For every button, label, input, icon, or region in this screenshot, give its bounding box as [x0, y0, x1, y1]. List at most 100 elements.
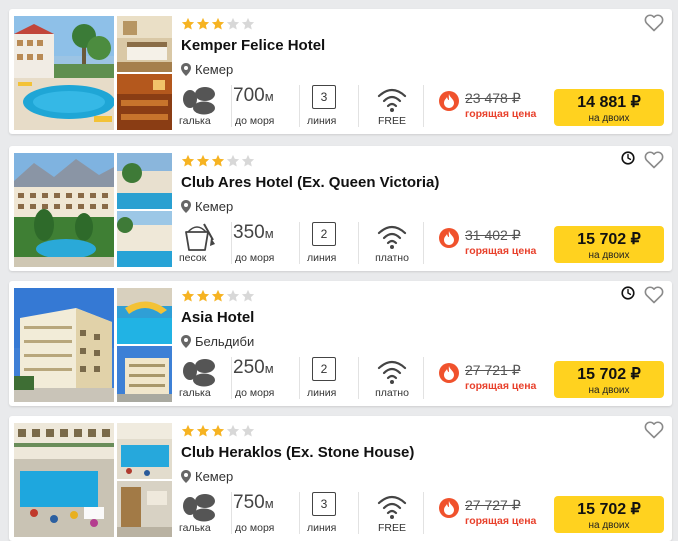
wifi-icon — [377, 88, 407, 112]
old-price: 31 402 ₽ — [465, 227, 521, 243]
hotel-thumb-photo[interactable] — [117, 481, 172, 537]
wifi-info: FREE — [369, 83, 419, 129]
wifi-info: FREE — [369, 490, 419, 536]
line-number: 3 — [312, 492, 336, 516]
heart-icon[interactable] — [644, 151, 664, 169]
pebbles-icon — [183, 87, 215, 115]
wifi-label: платно — [375, 387, 409, 399]
sea-distance: 250м до моря — [233, 355, 299, 401]
hotel-thumb-photo[interactable] — [117, 211, 172, 267]
location-text: Кемер — [195, 62, 234, 77]
line-number: 2 — [312, 357, 336, 381]
hotel-card[interactable]: Club Heraklos (Ex. Stone House) Кемер га… — [9, 416, 672, 541]
old-price: 23 478 ₽ — [465, 90, 521, 106]
star-icon — [241, 154, 255, 167]
beach-type: песок — [179, 220, 227, 266]
star-icon — [211, 154, 225, 167]
star-icon — [241, 289, 255, 302]
star-icon — [181, 154, 195, 167]
distance-label: до моря — [235, 522, 275, 534]
location-pin-icon — [181, 470, 191, 483]
divider — [358, 357, 359, 399]
distance-label: до моря — [235, 252, 275, 264]
hotel-thumb-photo[interactable] — [117, 153, 172, 209]
divider — [423, 85, 424, 127]
hot-price-label: горящая цена — [465, 108, 537, 120]
heart-icon[interactable] — [644, 286, 664, 304]
divider — [299, 85, 300, 127]
price-amount: 15 702 ₽ — [577, 366, 641, 383]
price-button[interactable]: 14 881 ₽ на двоих — [554, 89, 664, 126]
star-rating — [181, 289, 256, 303]
hotel-card[interactable]: Club Ares Hotel (Ex. Queen Victoria) Кем… — [9, 146, 672, 271]
star-icon — [181, 289, 195, 302]
beach-line: 3 линия — [307, 83, 347, 129]
distance-label: до моря — [235, 387, 275, 399]
hotel-card[interactable]: Kemper Felice Hotel Кемер галька 700м до… — [9, 9, 672, 134]
star-icon — [226, 424, 240, 437]
hotel-name[interactable]: Kemper Felice Hotel — [181, 37, 325, 54]
sand-bucket-icon — [185, 223, 215, 251]
star-icon — [181, 17, 195, 30]
line-number: 2 — [312, 222, 336, 246]
hotel-thumb-photo[interactable] — [117, 74, 172, 130]
divider — [358, 492, 359, 534]
fire-icon — [439, 228, 459, 248]
heart-icon[interactable] — [644, 14, 664, 32]
hotel-main-photo[interactable] — [14, 153, 114, 267]
divider — [358, 85, 359, 127]
star-icon — [211, 289, 225, 302]
fire-icon — [439, 91, 459, 111]
hotel-name[interactable]: Club Ares Hotel (Ex. Queen Victoria) — [181, 174, 439, 191]
wifi-info: платно — [369, 355, 419, 401]
price-amount: 15 702 ₽ — [577, 231, 641, 248]
hotel-card[interactable]: Asia Hotel Бельдиби галька 250м до моря … — [9, 281, 672, 406]
fire-icon — [439, 363, 459, 383]
hotel-thumb-photo[interactable] — [117, 346, 172, 402]
hotel-name[interactable]: Asia Hotel — [181, 309, 254, 326]
wifi-icon — [377, 495, 407, 519]
old-price: 27 727 ₽ — [465, 497, 521, 513]
price-button[interactable]: 15 702 ₽ на двоих — [554, 226, 664, 263]
hotel-main-photo[interactable] — [14, 16, 114, 130]
hot-price-label: горящая цена — [465, 380, 537, 392]
fire-icon — [439, 498, 459, 518]
distance-value: 700 — [233, 85, 265, 106]
line-label: линия — [307, 387, 337, 399]
beach-type: галька — [179, 355, 227, 401]
wifi-icon — [377, 360, 407, 384]
divider — [423, 357, 424, 399]
hotel-thumb-photo[interactable] — [117, 288, 172, 344]
heart-icon[interactable] — [644, 421, 664, 439]
divider — [358, 222, 359, 264]
hotel-main-photo[interactable] — [14, 423, 114, 537]
star-icon — [196, 17, 210, 30]
sea-distance: 700м до моря — [233, 83, 299, 129]
clock-icon — [621, 151, 635, 165]
wifi-info: платно — [369, 220, 419, 266]
price-button[interactable]: 15 702 ₽ на двоих — [554, 361, 664, 398]
line-label: линия — [307, 252, 337, 264]
sea-distance: 750м до моря — [233, 490, 299, 536]
price-button[interactable]: 15 702 ₽ на двоих — [554, 496, 664, 533]
star-icon — [196, 289, 210, 302]
line-label: линия — [307, 115, 337, 127]
beach-line: 3 линия — [307, 490, 347, 536]
distance-label: до моря — [235, 115, 275, 127]
hotel-thumb-photo[interactable] — [117, 16, 172, 72]
hotel-name[interactable]: Club Heraklos (Ex. Stone House) — [181, 444, 414, 461]
pebbles-icon — [183, 359, 215, 387]
distance-unit: м — [264, 89, 274, 104]
beach-line: 2 линия — [307, 355, 347, 401]
old-price: 27 721 ₽ — [465, 362, 521, 378]
star-icon — [226, 154, 240, 167]
star-rating — [181, 17, 256, 31]
hotel-thumb-photo[interactable] — [117, 423, 172, 479]
hotel-location: Кемер — [181, 469, 233, 484]
distance-unit: м — [264, 226, 274, 241]
divider — [423, 492, 424, 534]
hotel-main-photo[interactable] — [14, 288, 114, 402]
divider — [299, 357, 300, 399]
beach-line: 2 линия — [307, 220, 347, 266]
hot-price-label: горящая цена — [465, 515, 537, 527]
